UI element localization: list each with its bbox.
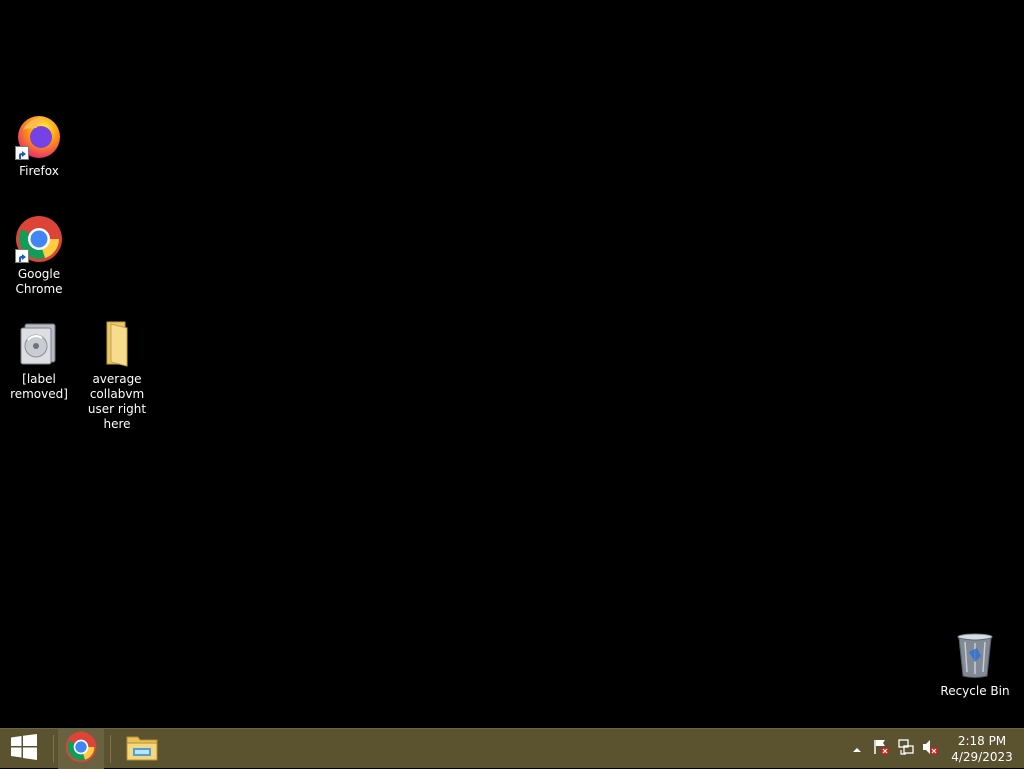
desktop-icon-folder[interactable]: average collabvm user right here [79,320,155,432]
start-button[interactable] [0,729,48,769]
chevron-up-icon [852,740,862,759]
firefox-icon [15,112,63,160]
taskbar-file-explorer-button[interactable] [118,729,166,769]
taskbar-separator [53,735,54,763]
volume-muted-icon [921,738,939,760]
desktop-icon-label: Firefox [19,164,59,178]
clock-time: 2:18 PM [957,734,1007,748]
shortcut-arrow-icon [15,249,29,263]
volume-button[interactable] [921,739,939,759]
chrome-icon [15,215,63,263]
desktop-icon-firefox[interactable]: Firefox [1,112,77,179]
desktop-icon-label: Google Chrome [15,267,63,296]
network-button[interactable] [897,739,915,759]
taskbar-chrome-button[interactable] [58,729,104,769]
desktop-icon-label: average collabvm user right here [87,372,147,431]
desktop[interactable]: Firefox Google Chrome [label removed] av… [0,0,1024,728]
folder-icon [93,320,141,368]
chrome-icon [65,731,97,767]
desktop-icon-label: Recycle Bin [940,684,1010,698]
show-hidden-icons-button[interactable] [848,739,866,759]
shortcut-arrow-icon [15,146,29,160]
recycle-bin-icon [951,632,999,680]
taskbar-clock[interactable]: 2:18 PM 4/29/2023 [950,733,1014,765]
desktop-icon-label: [label removed] [10,372,68,401]
file-explorer-icon [126,732,158,766]
taskbar: 2:18 PM 4/29/2023 [0,728,1024,769]
clock-date: 4/29/2023 [951,750,1013,764]
network-icon [897,738,915,760]
windows-logo-icon [10,733,38,765]
taskbar-separator [110,735,111,763]
desktop-icon-recycle-bin[interactable]: Recycle Bin [937,632,1013,699]
action-center-button[interactable] [872,739,890,759]
desktop-icon-google-chrome[interactable]: Google Chrome [1,215,77,297]
action-center-flag-icon [872,738,890,760]
installer-disc-icon [15,320,63,368]
desktop-icon-installer[interactable]: [label removed] [1,320,77,402]
